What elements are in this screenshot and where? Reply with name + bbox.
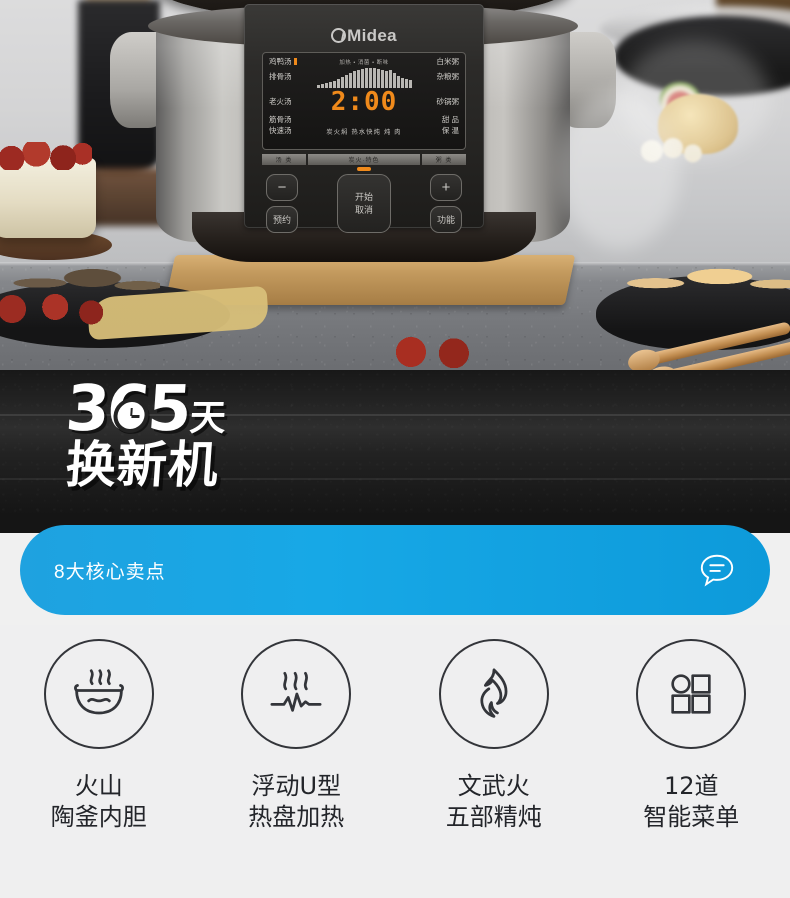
control-panel: Midea 鸡鸭汤 加热 • 消菌 • 断味 白米粥 排骨汤 杂粮粥 老火汤 2… xyxy=(244,4,484,233)
red-dates-in-bowl xyxy=(0,142,92,170)
menu-right-4[interactable]: 甜 品 xyxy=(425,116,459,124)
banner-title: 8大核心卖点 xyxy=(54,561,166,583)
brand-logo: Midea xyxy=(244,26,484,46)
flame-icon xyxy=(438,639,549,749)
feature-1-line2: 陶釜内胆 xyxy=(50,802,147,831)
feature-4-line2: 智能菜单 xyxy=(643,802,740,831)
selling-points-section: 8大核心卖点 xyxy=(0,515,790,625)
feature-4-line1: 12道 xyxy=(663,772,719,800)
category-soup[interactable]: 汤 类 xyxy=(262,154,306,165)
feature-3-line1: 文武火 xyxy=(457,772,530,800)
feature-item-2[interactable]: 浮动U型 热盘加热 xyxy=(207,639,385,832)
red-dates-on-plate xyxy=(0,292,108,326)
category-bar: 汤 类 炭火·特色 粥 类 xyxy=(262,154,466,165)
heating-plate-icon xyxy=(241,639,352,749)
status-row: 加热 • 消菌 • 断味 xyxy=(339,60,389,66)
electric-stew-pot: Midea 鸡鸭汤 加热 • 消菌 • 断味 白米粥 排骨汤 杂粮粥 老火汤 2… xyxy=(110,0,616,280)
mode-1: 炭火焖 xyxy=(326,128,349,136)
mode-row: 炭火焖 热水快炖 炖 肉 xyxy=(303,127,425,136)
feature-1-line1: 火山 xyxy=(74,772,123,800)
mode-2: 热水快炖 xyxy=(351,128,382,136)
steam-wisp-2 xyxy=(620,40,770,160)
feature-2-line2: 热盘加热 xyxy=(248,802,345,831)
chat-bubble-icon[interactable] xyxy=(698,551,736,589)
midea-mark-icon xyxy=(331,28,347,43)
feature-item-1[interactable]: 火山 陶釜内胆 xyxy=(10,639,188,832)
promo-text: 365 天 换新机 xyxy=(63,372,228,494)
minus-button[interactable]: − xyxy=(266,174,298,201)
promo-number: 365 xyxy=(63,372,191,445)
feature-item-4[interactable]: 12道 智能菜单 xyxy=(602,639,780,832)
start-label: 开始 xyxy=(354,192,373,203)
feature-label-4: 12道 智能菜单 xyxy=(643,771,739,832)
feature-label-1: 火山 陶釜内胆 xyxy=(51,771,147,832)
steaming-bowl-icon xyxy=(43,639,154,749)
menu-right-3[interactable]: 砂锅粥 xyxy=(425,98,460,106)
warranty-promo-banner: 365 天 换新机 xyxy=(0,370,790,515)
menu-right-2[interactable]: 杂粮粥 xyxy=(425,73,460,81)
lcd-display: 鸡鸭汤 加热 • 消菌 • 断味 白米粥 排骨汤 杂粮粥 老火汤 2:00 砂锅… xyxy=(262,52,466,150)
menu-left-4[interactable]: 筋骨汤 xyxy=(269,116,303,124)
plus-button[interactable]: + xyxy=(430,174,462,201)
function-button[interactable]: 功能 xyxy=(430,206,462,233)
progress-bars xyxy=(303,66,425,88)
menu-left-3[interactable]: 老火汤 xyxy=(269,98,303,106)
menu-left-2[interactable]: 排骨汤 xyxy=(269,73,303,81)
mode-4: 肉 xyxy=(394,128,402,136)
status-led xyxy=(357,167,371,171)
category-porridge[interactable]: 粥 类 xyxy=(422,154,466,165)
ceramic-bowl xyxy=(0,158,96,238)
promo-day-unit: 天 xyxy=(188,398,228,439)
menu-right-5[interactable]: 保 温 xyxy=(425,127,459,135)
feature-2-line1: 浮动U型 xyxy=(251,772,342,800)
loose-red-dates xyxy=(392,336,478,368)
category-special[interactable]: 炭火·特色 xyxy=(308,154,420,165)
product-detail-page: Midea 鸡鸭汤 加热 • 消菌 • 断味 白米粥 排骨汤 杂粮粥 老火汤 2… xyxy=(0,0,790,898)
promo-line2: 换新机 xyxy=(63,435,222,494)
menu-grid-icon xyxy=(636,639,747,749)
cancel-label: 取消 xyxy=(354,204,373,215)
hero-product-photo: Midea 鸡鸭汤 加热 • 消菌 • 断味 白米粥 排骨汤 杂粮粥 老火汤 2… xyxy=(0,0,790,370)
chicken-dish xyxy=(620,258,790,300)
brand-name: Midea xyxy=(347,26,397,45)
feature-label-3: 文武火 五部精炖 xyxy=(446,771,542,832)
selling-points-banner[interactable]: 8大核心卖点 xyxy=(20,525,770,615)
reserve-button[interactable]: 预约 xyxy=(266,206,298,233)
bar-graph xyxy=(303,68,425,88)
feature-3-line2: 五部精炖 xyxy=(445,802,542,831)
timer-value: 2:00 xyxy=(330,87,398,117)
mode-3: 炖 xyxy=(383,128,392,136)
feature-item-3[interactable]: 文武火 五部精炖 xyxy=(405,639,583,832)
start-cancel-button[interactable]: 开始 取消 xyxy=(337,174,391,233)
menu-left-1[interactable]: 鸡鸭汤 xyxy=(269,58,303,66)
feature-label-2: 浮动U型 热盘加热 xyxy=(248,771,344,832)
active-indicator xyxy=(293,58,297,66)
feature-list: 火山 陶釜内胆 浮动U型 热盘加热 文武火 五部精炖 12道 智能菜单 xyxy=(0,625,790,880)
menu-right-1[interactable]: 白米粥 xyxy=(425,58,460,66)
menu-left-5[interactable]: 快速汤 xyxy=(269,127,303,135)
